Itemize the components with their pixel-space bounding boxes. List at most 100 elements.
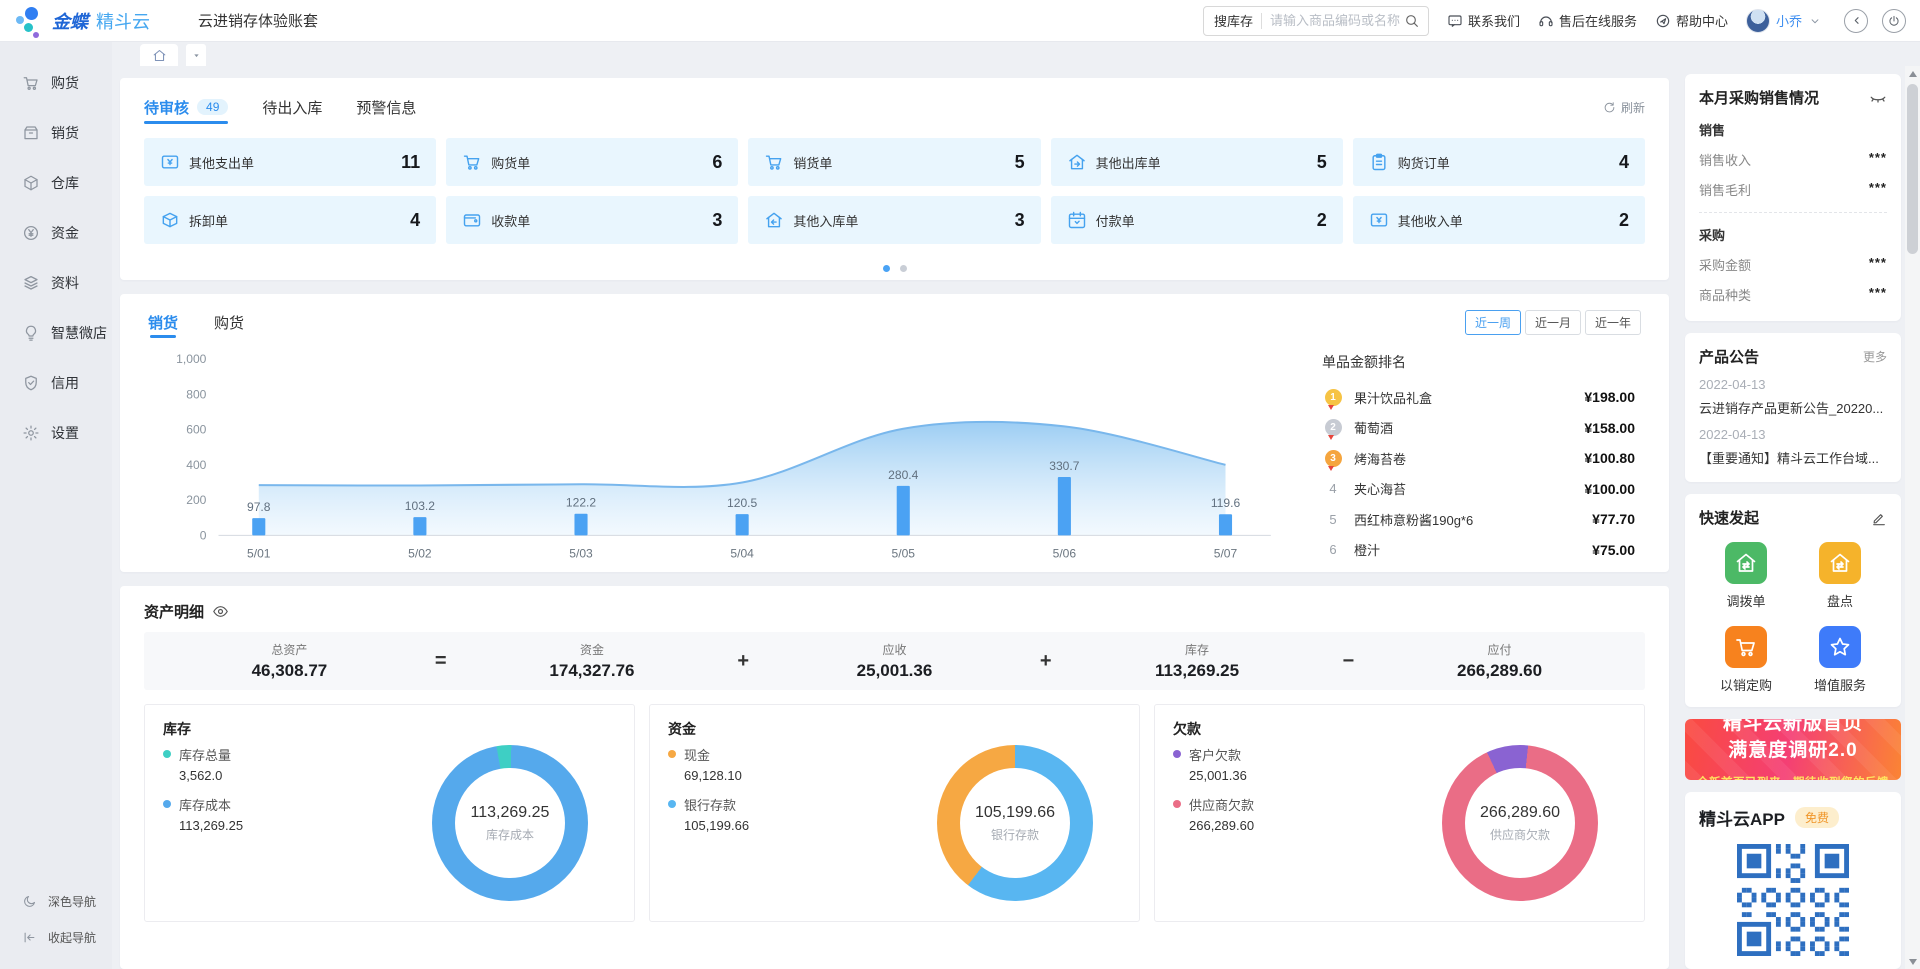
ranking-row[interactable]: 6橙汁¥75.00 [1322, 535, 1635, 566]
donut-center-label: 库存成本 [486, 826, 534, 843]
quick-action-vas[interactable]: 增值服务 [1793, 626, 1887, 694]
announcements-card: 产品公告 更多 2022-04-13 云进销存产品更新公告_20220... 2… [1685, 333, 1901, 482]
tab-pending-inout[interactable]: 待出入库 [262, 90, 322, 124]
task-card-count: 4 [410, 210, 420, 231]
task-card[interactable]: 付款单2 [1051, 196, 1343, 244]
row-label: 采购金额 [1699, 255, 1751, 274]
product-amount: ¥77.70 [1582, 511, 1635, 527]
announcement-link[interactable]: 【重要通知】精斗云工作台域... [1699, 448, 1887, 467]
quick-action-transfer[interactable]: 调拨单 [1699, 542, 1793, 610]
quick-action-stocktake[interactable]: 盘点 [1793, 542, 1887, 610]
task-card-count: 4 [1619, 152, 1629, 173]
carousel-dot-2[interactable] [900, 265, 907, 272]
rank-number: 5 [1322, 512, 1344, 527]
product-name: 葡萄酒 [1354, 418, 1393, 437]
task-card[interactable]: 其他收入单2 [1353, 196, 1645, 244]
svg-text:119.6: 119.6 [1211, 496, 1241, 510]
tab-pending-approval[interactable]: 待审核 49 [144, 90, 228, 124]
legend-dot [163, 750, 171, 758]
eye-closed-icon[interactable] [1869, 89, 1887, 107]
svg-text:122.2: 122.2 [566, 496, 597, 510]
operator: = [435, 650, 447, 673]
legend-item: 供应商欠款 266,289.60 [1173, 795, 1442, 833]
task-card[interactable]: 购货订单4 [1353, 138, 1645, 186]
scroll-down-arrow[interactable] [1905, 954, 1920, 969]
range-year-button[interactable]: 近一年 [1585, 310, 1641, 335]
sidebar-item-data[interactable]: 资料 [0, 258, 112, 308]
legend-item: 银行存款 105,199.66 [668, 795, 937, 833]
sidebar-item-settings[interactable]: 设置 [0, 408, 112, 458]
medal-icon: 3 [1325, 450, 1342, 467]
scrollbar-thumb[interactable] [1907, 84, 1918, 254]
product-name: 夹心海苔 [1354, 479, 1406, 498]
task-card[interactable]: 拆卸单4 [144, 196, 436, 244]
ranking-row[interactable]: 4夹心海苔¥100.00 [1322, 474, 1635, 505]
row-value: *** [1869, 150, 1887, 169]
sidebar-item-sales[interactable]: 销货 [0, 108, 112, 158]
tab-purchase[interactable]: 购货 [214, 304, 244, 340]
cart-icon [462, 152, 482, 172]
search-icon[interactable] [1404, 13, 1420, 29]
eye-icon[interactable] [212, 603, 229, 620]
ranking-row[interactable]: 3烤海苔卷¥100.80 [1322, 443, 1635, 474]
announcement-link[interactable]: 云进销存产品更新公告_20220... [1699, 398, 1887, 417]
sidebar-item-credit[interactable]: 信用 [0, 358, 112, 408]
search-scope-label[interactable]: 搜库存 [1214, 11, 1253, 30]
task-card[interactable]: 销货单5 [748, 138, 1040, 186]
carousel-dot-1[interactable] [883, 265, 890, 272]
task-card[interactable]: 其他出库单5 [1051, 138, 1343, 186]
receivables: 应收25,001.36 [819, 641, 969, 681]
pencil-icon[interactable] [1871, 510, 1887, 526]
tab-dropdown-button[interactable] [186, 44, 206, 66]
sidebar-item-warehouse[interactable]: 仓库 [0, 158, 112, 208]
task-card[interactable]: 其他入库单3 [748, 196, 1040, 244]
home-icon [152, 48, 167, 63]
dark-nav-label: 深色导航 [48, 893, 96, 910]
help-center-link[interactable]: 帮助中心 [1655, 11, 1728, 30]
task-card[interactable]: 其他支出单11 [144, 138, 436, 186]
ranking-row[interactable]: 1果汁饮品礼盒¥198.00 [1322, 382, 1635, 413]
task-card[interactable]: 购货单6 [446, 138, 738, 186]
svg-text:1,000: 1,000 [176, 352, 207, 366]
tab-sales[interactable]: 销货 [148, 304, 178, 340]
sidebar-item-purchase[interactable]: 购货 [0, 58, 112, 108]
ranking-row[interactable]: 2葡萄酒¥158.00 [1322, 413, 1635, 444]
range-week-button[interactable]: 近一周 [1465, 310, 1521, 335]
range-month-button[interactable]: 近一月 [1525, 310, 1581, 335]
collapse-nav-toggle[interactable]: 收起导航 [0, 919, 112, 955]
search-input[interactable] [1270, 13, 1404, 28]
ranking-row[interactable]: 5西红柿意粉酱190g*6¥77.70 [1322, 504, 1635, 535]
refresh-button[interactable]: 刷新 [1603, 99, 1645, 116]
sidebar-item-funds[interactable]: 资金 [0, 208, 112, 258]
contact-us-link[interactable]: 联系我们 [1447, 11, 1520, 30]
quick-action-purchase-by-sales[interactable]: 以销定购 [1699, 626, 1793, 694]
power-button[interactable] [1882, 9, 1906, 33]
tab-label: 购货 [214, 312, 244, 333]
page-tab-strip [112, 42, 1920, 66]
after-sales-link[interactable]: 售后在线服务 [1538, 11, 1637, 30]
scroll-up-arrow[interactable] [1905, 66, 1920, 81]
tab-warning-info[interactable]: 预警信息 [356, 90, 416, 124]
task-card[interactable]: 收款单3 [446, 196, 738, 244]
legend-value: 113,269.25 [179, 818, 243, 833]
sidebar-item-smart-store[interactable]: 智慧微店 [0, 308, 112, 358]
wallet-icon [462, 210, 482, 230]
back-button[interactable] [1844, 9, 1868, 33]
money-note-icon [160, 152, 180, 172]
logo-dots-icon [14, 6, 44, 36]
home-tab[interactable] [140, 44, 178, 66]
formula-label: 应收 [819, 641, 969, 658]
search-box[interactable]: 搜库存 [1203, 6, 1429, 36]
avatar[interactable] [1746, 9, 1770, 33]
user-menu[interactable]: 小乔 [1746, 9, 1822, 33]
tab-label: 销货 [148, 312, 178, 333]
survey-banner[interactable]: 精斗云新版首页 满意度调研2.0 全新首页已到来 期待收到您的反馈 [1685, 719, 1901, 780]
app-logo[interactable]: 金蝶 精斗云 [14, 6, 150, 36]
dark-nav-toggle[interactable]: 深色导航 [0, 883, 112, 919]
help-center-label: 帮助中心 [1676, 11, 1728, 30]
page-scrollbar[interactable] [1905, 66, 1920, 969]
rank-number: 6 [1322, 542, 1344, 557]
after-sales-label: 售后在线服务 [1559, 11, 1637, 30]
more-link[interactable]: 更多 [1863, 348, 1887, 365]
tab-label: 待出入库 [262, 97, 322, 118]
